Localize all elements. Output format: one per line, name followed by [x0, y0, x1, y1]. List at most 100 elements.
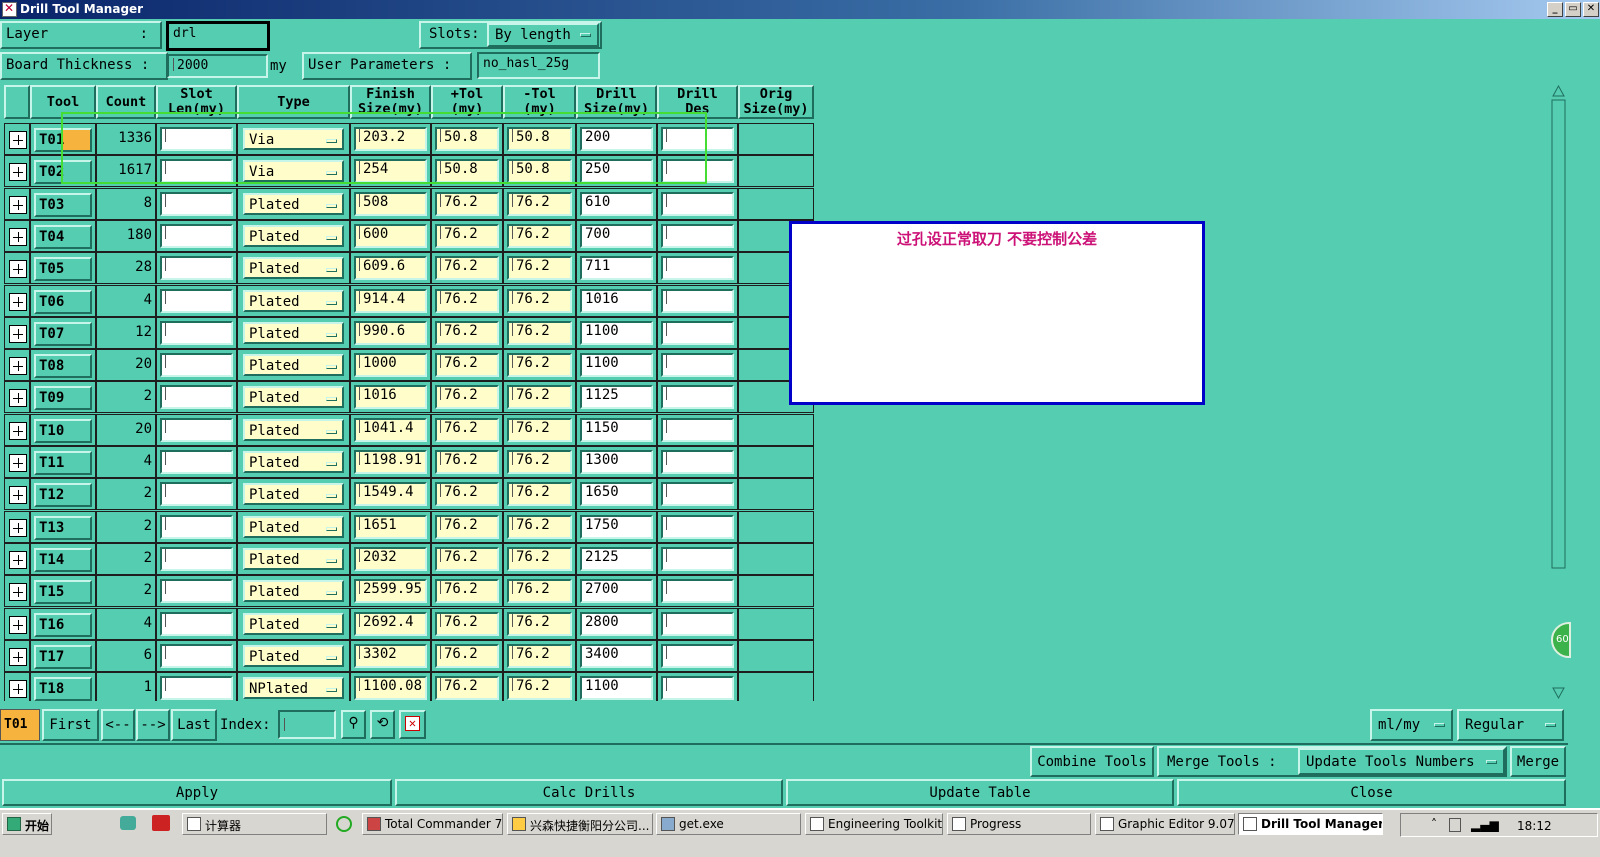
- tool-button[interactable]: T08: [34, 354, 92, 379]
- drill-size-input[interactable]: 1016: [580, 288, 653, 313]
- finish-size-input[interactable]: 1549.4: [354, 482, 427, 507]
- clock[interactable]: 18:12: [1517, 819, 1552, 833]
- slot-len-input[interactable]: [160, 611, 233, 636]
- drill-size-input[interactable]: 1650: [580, 482, 653, 507]
- slots-select[interactable]: By length: [487, 23, 599, 47]
- expand-icon[interactable]: [9, 454, 27, 472]
- drill-des-input[interactable]: [661, 288, 734, 313]
- plus-tol-input[interactable]: 76.2: [435, 676, 499, 701]
- tool-button[interactable]: T13: [34, 515, 92, 540]
- drill-size-input[interactable]: 1750: [580, 514, 653, 539]
- plus-tol-input[interactable]: 76.2: [435, 546, 499, 571]
- close-button[interactable]: Close: [1177, 779, 1566, 806]
- drill-size-input[interactable]: 1300: [580, 450, 653, 474]
- drill-des-input[interactable]: [661, 514, 734, 539]
- plus-tol-input[interactable]: 76.2: [435, 256, 499, 281]
- expand-icon[interactable]: [9, 486, 27, 505]
- tool-button[interactable]: T01: [34, 128, 92, 152]
- slot-len-input[interactable]: [160, 191, 233, 216]
- drill-des-input[interactable]: [661, 127, 734, 151]
- type-select[interactable]: Plated: [243, 547, 344, 570]
- type-select[interactable]: Plated: [243, 483, 344, 506]
- vertical-scrollbar[interactable]: [1551, 84, 1566, 700]
- expand-icon[interactable]: [9, 615, 27, 634]
- drill-des-input[interactable]: [661, 353, 734, 378]
- drill-size-input[interactable]: 2800: [580, 611, 653, 636]
- drill-size-input[interactable]: 1100: [580, 320, 653, 345]
- minus-tol-input[interactable]: 50.8: [507, 159, 572, 184]
- minus-tol-input[interactable]: 76.2: [507, 353, 572, 378]
- slot-len-input[interactable]: [160, 579, 233, 604]
- finish-size-input[interactable]: 990.6: [354, 320, 427, 345]
- drill-size-input[interactable]: 700: [580, 223, 653, 248]
- slot-len-input[interactable]: [160, 514, 233, 539]
- user-parameters-field[interactable]: no_hasl_25g: [477, 52, 600, 79]
- tool-button[interactable]: T02: [34, 160, 92, 185]
- slot-len-input[interactable]: [160, 256, 233, 281]
- minus-tol-input[interactable]: 76.2: [507, 676, 572, 701]
- slot-len-input[interactable]: [160, 417, 233, 442]
- taskbar-item-total-commander[interactable]: Total Commander 7.0 ...: [362, 813, 503, 835]
- drill-des-input[interactable]: [661, 191, 734, 216]
- type-select[interactable]: Plated: [243, 289, 344, 312]
- finish-size-input[interactable]: 203.2: [354, 127, 427, 151]
- units-select[interactable]: ml/my: [1370, 709, 1453, 741]
- drill-size-input[interactable]: 1150: [580, 417, 653, 442]
- slot-len-input[interactable]: [160, 643, 233, 668]
- update-table-button[interactable]: Update Table: [786, 779, 1174, 806]
- slot-len-input[interactable]: [160, 546, 233, 571]
- expand-icon[interactable]: [9, 583, 27, 602]
- clear-button[interactable]: ✕: [399, 710, 426, 739]
- drill-size-input[interactable]: 2700: [580, 579, 653, 604]
- minus-tol-input[interactable]: 76.2: [507, 385, 572, 410]
- finish-size-input[interactable]: 2032: [354, 546, 427, 571]
- slot-len-input[interactable]: [160, 450, 233, 474]
- minus-tol-input[interactable]: 50.8: [507, 127, 572, 151]
- minus-tol-input[interactable]: 76.2: [507, 417, 572, 442]
- minus-tol-input[interactable]: 76.2: [507, 611, 572, 636]
- network-icon[interactable]: ▂▄▆: [1471, 818, 1499, 832]
- pdf-icon[interactable]: [152, 815, 170, 831]
- minus-tol-input[interactable]: 76.2: [507, 320, 572, 345]
- tray-device-icon[interactable]: [1449, 818, 1461, 832]
- drill-size-input[interactable]: 200: [580, 127, 653, 151]
- plus-tol-input[interactable]: 50.8: [435, 127, 499, 151]
- minus-tol-input[interactable]: 76.2: [507, 223, 572, 248]
- refresh-button[interactable]: ⟲: [370, 710, 395, 739]
- start-button[interactable]: 开始: [2, 813, 52, 835]
- quicklaunch-icon[interactable]: [120, 816, 136, 830]
- drill-size-input[interactable]: 711: [580, 256, 653, 281]
- combine-tools-button[interactable]: Combine Tools: [1030, 746, 1154, 777]
- expand-icon[interactable]: [9, 680, 27, 699]
- finish-size-input[interactable]: 2599.95: [354, 579, 427, 604]
- type-select[interactable]: Plated: [243, 580, 344, 603]
- drill-des-input[interactable]: [661, 450, 734, 474]
- type-select[interactable]: Plated: [243, 386, 344, 409]
- drill-size-input[interactable]: 1100: [580, 353, 653, 378]
- finish-size-input[interactable]: 1100.08: [354, 676, 427, 701]
- plus-tol-input[interactable]: 76.2: [435, 611, 499, 636]
- slot-len-input[interactable]: [160, 223, 233, 248]
- minus-tol-input[interactable]: 76.2: [507, 546, 572, 571]
- type-select[interactable]: Plated: [243, 321, 344, 344]
- close-window-button[interactable]: ✕: [1583, 2, 1599, 17]
- plus-tol-input[interactable]: 76.2: [435, 482, 499, 507]
- slot-len-input[interactable]: [160, 676, 233, 701]
- drill-des-input[interactable]: [661, 482, 734, 507]
- next-button[interactable]: -->: [136, 709, 170, 741]
- finish-size-input[interactable]: 1651: [354, 514, 427, 539]
- minus-tol-input[interactable]: 76.2: [507, 256, 572, 281]
- first-button[interactable]: First: [42, 709, 99, 741]
- finish-size-input[interactable]: 914.4: [354, 288, 427, 313]
- drill-size-input[interactable]: 1125: [580, 385, 653, 410]
- taskbar-item-progress[interactable]: Progress: [947, 813, 1091, 835]
- last-button[interactable]: Last: [171, 709, 217, 741]
- drill-size-input[interactable]: 1100: [580, 676, 653, 701]
- minimize-button[interactable]: _: [1547, 2, 1563, 17]
- slot-len-input[interactable]: [160, 159, 233, 184]
- drill-des-input[interactable]: [661, 320, 734, 345]
- expand-icon[interactable]: [9, 550, 27, 569]
- tool-button[interactable]: T04: [34, 224, 92, 249]
- plus-tol-input[interactable]: 76.2: [435, 353, 499, 378]
- merge-option-select[interactable]: Update Tools Numbers: [1298, 748, 1505, 775]
